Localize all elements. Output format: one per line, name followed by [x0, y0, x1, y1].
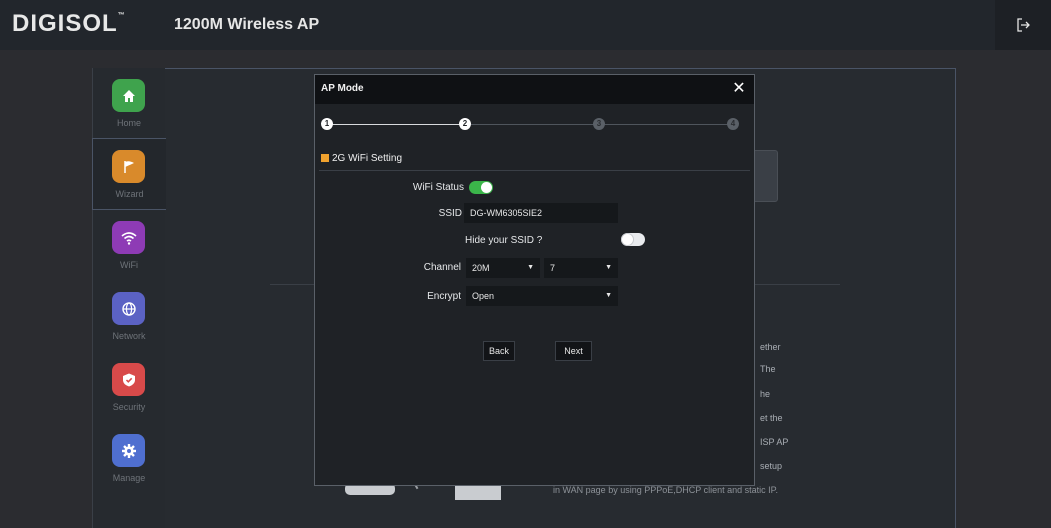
logout-icon — [1017, 18, 1030, 32]
background-text: setup — [760, 461, 783, 471]
sidebar-item-label: Security — [112, 402, 146, 412]
background-text: in WAN page by using PPPoE,DHCP client a… — [553, 485, 778, 495]
sidebar-item-home[interactable]: Home — [93, 68, 165, 138]
next-button[interactable]: Next — [555, 341, 592, 361]
step-4-indicator: 4 — [727, 118, 739, 130]
divider — [319, 170, 750, 171]
shield-icon — [112, 363, 145, 396]
stepper-progress-line — [327, 124, 467, 125]
channel-number-value: 7 — [550, 263, 556, 273]
chevron-down-icon: ▼ — [605, 264, 612, 271]
sidebar-item-wifi[interactable]: WiFi — [93, 210, 165, 280]
ssid-input[interactable]: DG-WM6305SIE2 — [464, 203, 618, 223]
brand-logo: DIGISOL™ — [12, 10, 126, 38]
sidebar-item-label: Home — [116, 118, 141, 128]
sidebar-item-wizard[interactable]: Wizard — [92, 138, 166, 210]
top-bar: DIGISOL™ 1200M Wireless AP — [0, 0, 1051, 50]
ap-mode-dialog: AP Mode ✕ 1 2 3 4 2G WiFi Setting WiFi S… — [314, 74, 755, 486]
flag-icon — [112, 150, 145, 183]
back-button[interactable]: Back — [483, 341, 515, 361]
sidebar-item-label: Manage — [112, 473, 146, 483]
encrypt-value: Open — [472, 291, 495, 301]
channel-number-select[interactable]: 7 ▼ — [544, 258, 618, 278]
encrypt-select[interactable]: Open ▼ — [466, 286, 618, 306]
wifi-status-label: WiFi Status — [412, 182, 464, 193]
gear-icon — [112, 434, 145, 467]
brand-mark: ™ — [117, 12, 126, 19]
globe-icon — [112, 292, 145, 325]
channel-label: Channel — [423, 262, 461, 273]
sidebar-item-label: Network — [112, 331, 146, 341]
step-2-indicator: 2 — [459, 118, 471, 130]
wifi-status-toggle[interactable] — [469, 181, 493, 194]
wifi-icon — [112, 221, 145, 254]
background-card — [752, 150, 778, 202]
close-icon: ✕ — [732, 78, 746, 97]
section-title: 2G WiFi Setting — [321, 153, 402, 164]
hide-ssid-label: Hide your SSID ? — [465, 235, 543, 246]
sidebar-item-manage[interactable]: Manage — [93, 423, 165, 493]
channel-width-value: 20M — [472, 263, 490, 273]
background-text: he — [760, 389, 771, 399]
chevron-down-icon: ▼ — [605, 292, 612, 299]
section-title-text: 2G WiFi Setting — [332, 153, 403, 164]
background-text: ISP AP — [760, 437, 789, 447]
background-text: et the — [760, 413, 783, 423]
sidebar-item-network[interactable]: Network — [93, 281, 165, 351]
sidebar: Home Wizard WiFi Network Security Manage — [92, 68, 166, 528]
hide-ssid-toggle[interactable] — [621, 233, 645, 246]
step-1-indicator: 1 — [321, 118, 333, 130]
background-text: The — [760, 364, 776, 374]
encrypt-label: Encrypt — [427, 291, 461, 302]
channel-width-select[interactable]: 20M ▼ — [466, 258, 540, 278]
brand-name: DIGISOL — [12, 10, 118, 37]
step-3-indicator: 3 — [593, 118, 605, 130]
sidebar-item-label: Wizard — [115, 189, 144, 199]
home-icon — [112, 79, 145, 112]
app-title: 1200M Wireless AP — [174, 16, 320, 33]
sidebar-item-label: WiFi — [120, 260, 138, 270]
sidebar-item-security[interactable]: Security — [93, 352, 165, 422]
close-button[interactable]: ✕ — [730, 78, 748, 98]
dialog-header: AP Mode ✕ — [315, 75, 754, 104]
background-text: ether — [760, 342, 781, 352]
logout-button[interactable] — [995, 0, 1051, 50]
ssid-label: SSID — [438, 208, 462, 219]
chevron-down-icon: ▼ — [527, 264, 534, 271]
dialog-title: AP Mode — [321, 83, 364, 94]
section-bullet-icon — [321, 154, 329, 162]
